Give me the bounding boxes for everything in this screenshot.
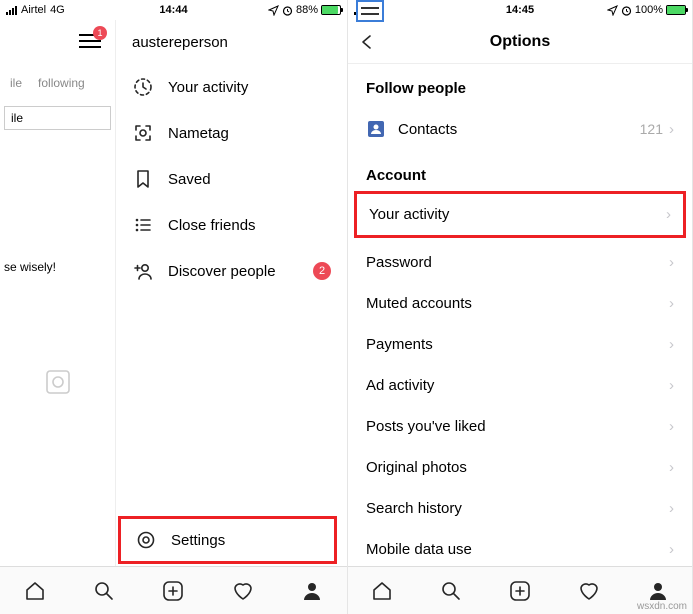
chevron-right-icon: › [669,377,674,394]
battery-icon [666,5,686,15]
mobile-data-row[interactable]: Mobile data use › [348,529,692,566]
nav-bar: Options [348,20,692,64]
home-tab[interactable] [22,578,48,604]
add-person-icon [132,260,154,282]
chevron-right-icon: › [669,459,674,476]
contacts-count: 121 [640,121,663,137]
new-post-tab[interactable] [507,578,533,604]
status-bar: 4G 14:45 100% [348,0,692,20]
tab-profile-fragment[interactable]: ile [4,72,28,94]
chevron-right-icon: › [669,541,674,558]
search-tab[interactable] [91,578,117,604]
ad-activity-row[interactable]: Ad activity › [348,365,692,406]
chevron-right-icon: › [666,206,671,223]
clock: 14:44 [159,4,187,16]
location-icon [607,5,618,16]
profile-tab[interactable] [299,578,325,604]
row-label: Mobile data use [366,541,472,558]
battery-pct: 100% [635,4,663,16]
options-list[interactable]: Follow people Contacts 121 › Account Your… [348,64,692,566]
password-row[interactable]: Password › [348,242,692,283]
close-friends-item[interactable]: Close friends [126,202,337,248]
menu-label: Nametag [168,125,229,142]
activity-icon [132,76,154,98]
chevron-right-icon: › [669,121,674,138]
row-label: Contacts [398,121,457,138]
row-label: Ad activity [366,377,434,394]
page-title: Options [490,33,550,51]
alarm-icon [621,5,632,16]
nametag-icon [132,122,154,144]
your-activity-item[interactable]: Your activity [126,64,337,110]
contacts-row[interactable]: Contacts 121 › [348,107,692,151]
network-label: 4G [50,4,65,16]
menu-button[interactable]: 1 [79,30,101,57]
username[interactable]: austereperson [126,20,337,64]
tag-photo-icon[interactable] [44,368,72,396]
signal-icon [6,5,17,15]
doc-overlay-icon [356,0,384,22]
menu-label: Discover people [168,263,276,280]
menu-label: Settings [171,532,225,549]
phone-right: 4G 14:45 100% Options Follow people Cont… [348,0,693,614]
payments-row[interactable]: Payments › [348,324,692,365]
home-tab[interactable] [369,578,395,604]
activity-tab[interactable] [230,578,256,604]
battery-icon [321,5,341,15]
row-label: Muted accounts [366,295,472,312]
clock: 14:45 [506,4,534,16]
bookmark-icon [132,168,154,190]
battery-pct: 88% [296,4,318,16]
side-drawer: austereperson Your activity Nametag Save… [116,20,347,566]
tab-following[interactable]: following [32,72,91,94]
discover-people-item[interactable]: Discover people 2 [126,248,337,294]
chevron-right-icon: › [669,254,674,271]
menu-label: Saved [168,171,211,188]
your-activity-highlight: Your activity › [354,191,686,238]
list-icon [132,214,154,236]
section-follow: Follow people [348,64,692,107]
chevron-right-icon: › [669,295,674,312]
search-history-row[interactable]: Search history › [348,488,692,529]
chevron-right-icon: › [669,418,674,435]
gear-icon [135,529,157,551]
settings-item[interactable]: Settings [129,527,326,553]
back-button[interactable] [358,33,376,51]
chevron-right-icon: › [669,500,674,517]
menu-badge: 1 [93,26,107,40]
status-bar: Airtel 4G 14:44 88% [0,0,347,20]
profile-strip: 1 ile following ile se wisely! [0,20,116,566]
menu-label: Close friends [168,217,256,234]
tab-bar [0,566,347,614]
discover-badge: 2 [313,262,331,280]
location-icon [268,5,279,16]
your-activity-row[interactable]: Your activity › [357,194,683,235]
nametag-item[interactable]: Nametag [126,110,337,156]
phone-left: Airtel 4G 14:44 88% 1 ile following ile … [0,0,348,614]
activity-tab[interactable] [576,578,602,604]
row-label: Original photos [366,459,467,476]
row-label: Posts you've liked [366,418,486,435]
new-post-tab[interactable] [160,578,186,604]
saved-item[interactable]: Saved [126,156,337,202]
bio-text: se wisely! [0,260,115,274]
row-label: Payments [366,336,433,353]
menu-label: Your activity [168,79,248,96]
chevron-right-icon: › [669,336,674,353]
profile-tab[interactable] [645,578,671,604]
original-photos-row[interactable]: Original photos › [348,447,692,488]
settings-highlight: Settings [118,516,337,564]
contacts-icon [366,119,386,139]
row-label: Search history [366,500,462,517]
watermark: wsxdn.com [637,601,687,612]
alarm-icon [282,5,293,16]
row-label: Password [366,254,432,271]
posts-liked-row[interactable]: Posts you've liked › [348,406,692,447]
carrier-label: Airtel [21,4,46,16]
row-label: Your activity [369,206,449,223]
section-account: Account [348,151,692,194]
muted-accounts-row[interactable]: Muted accounts › [348,283,692,324]
file-item[interactable]: ile [4,106,111,130]
search-tab[interactable] [438,578,464,604]
